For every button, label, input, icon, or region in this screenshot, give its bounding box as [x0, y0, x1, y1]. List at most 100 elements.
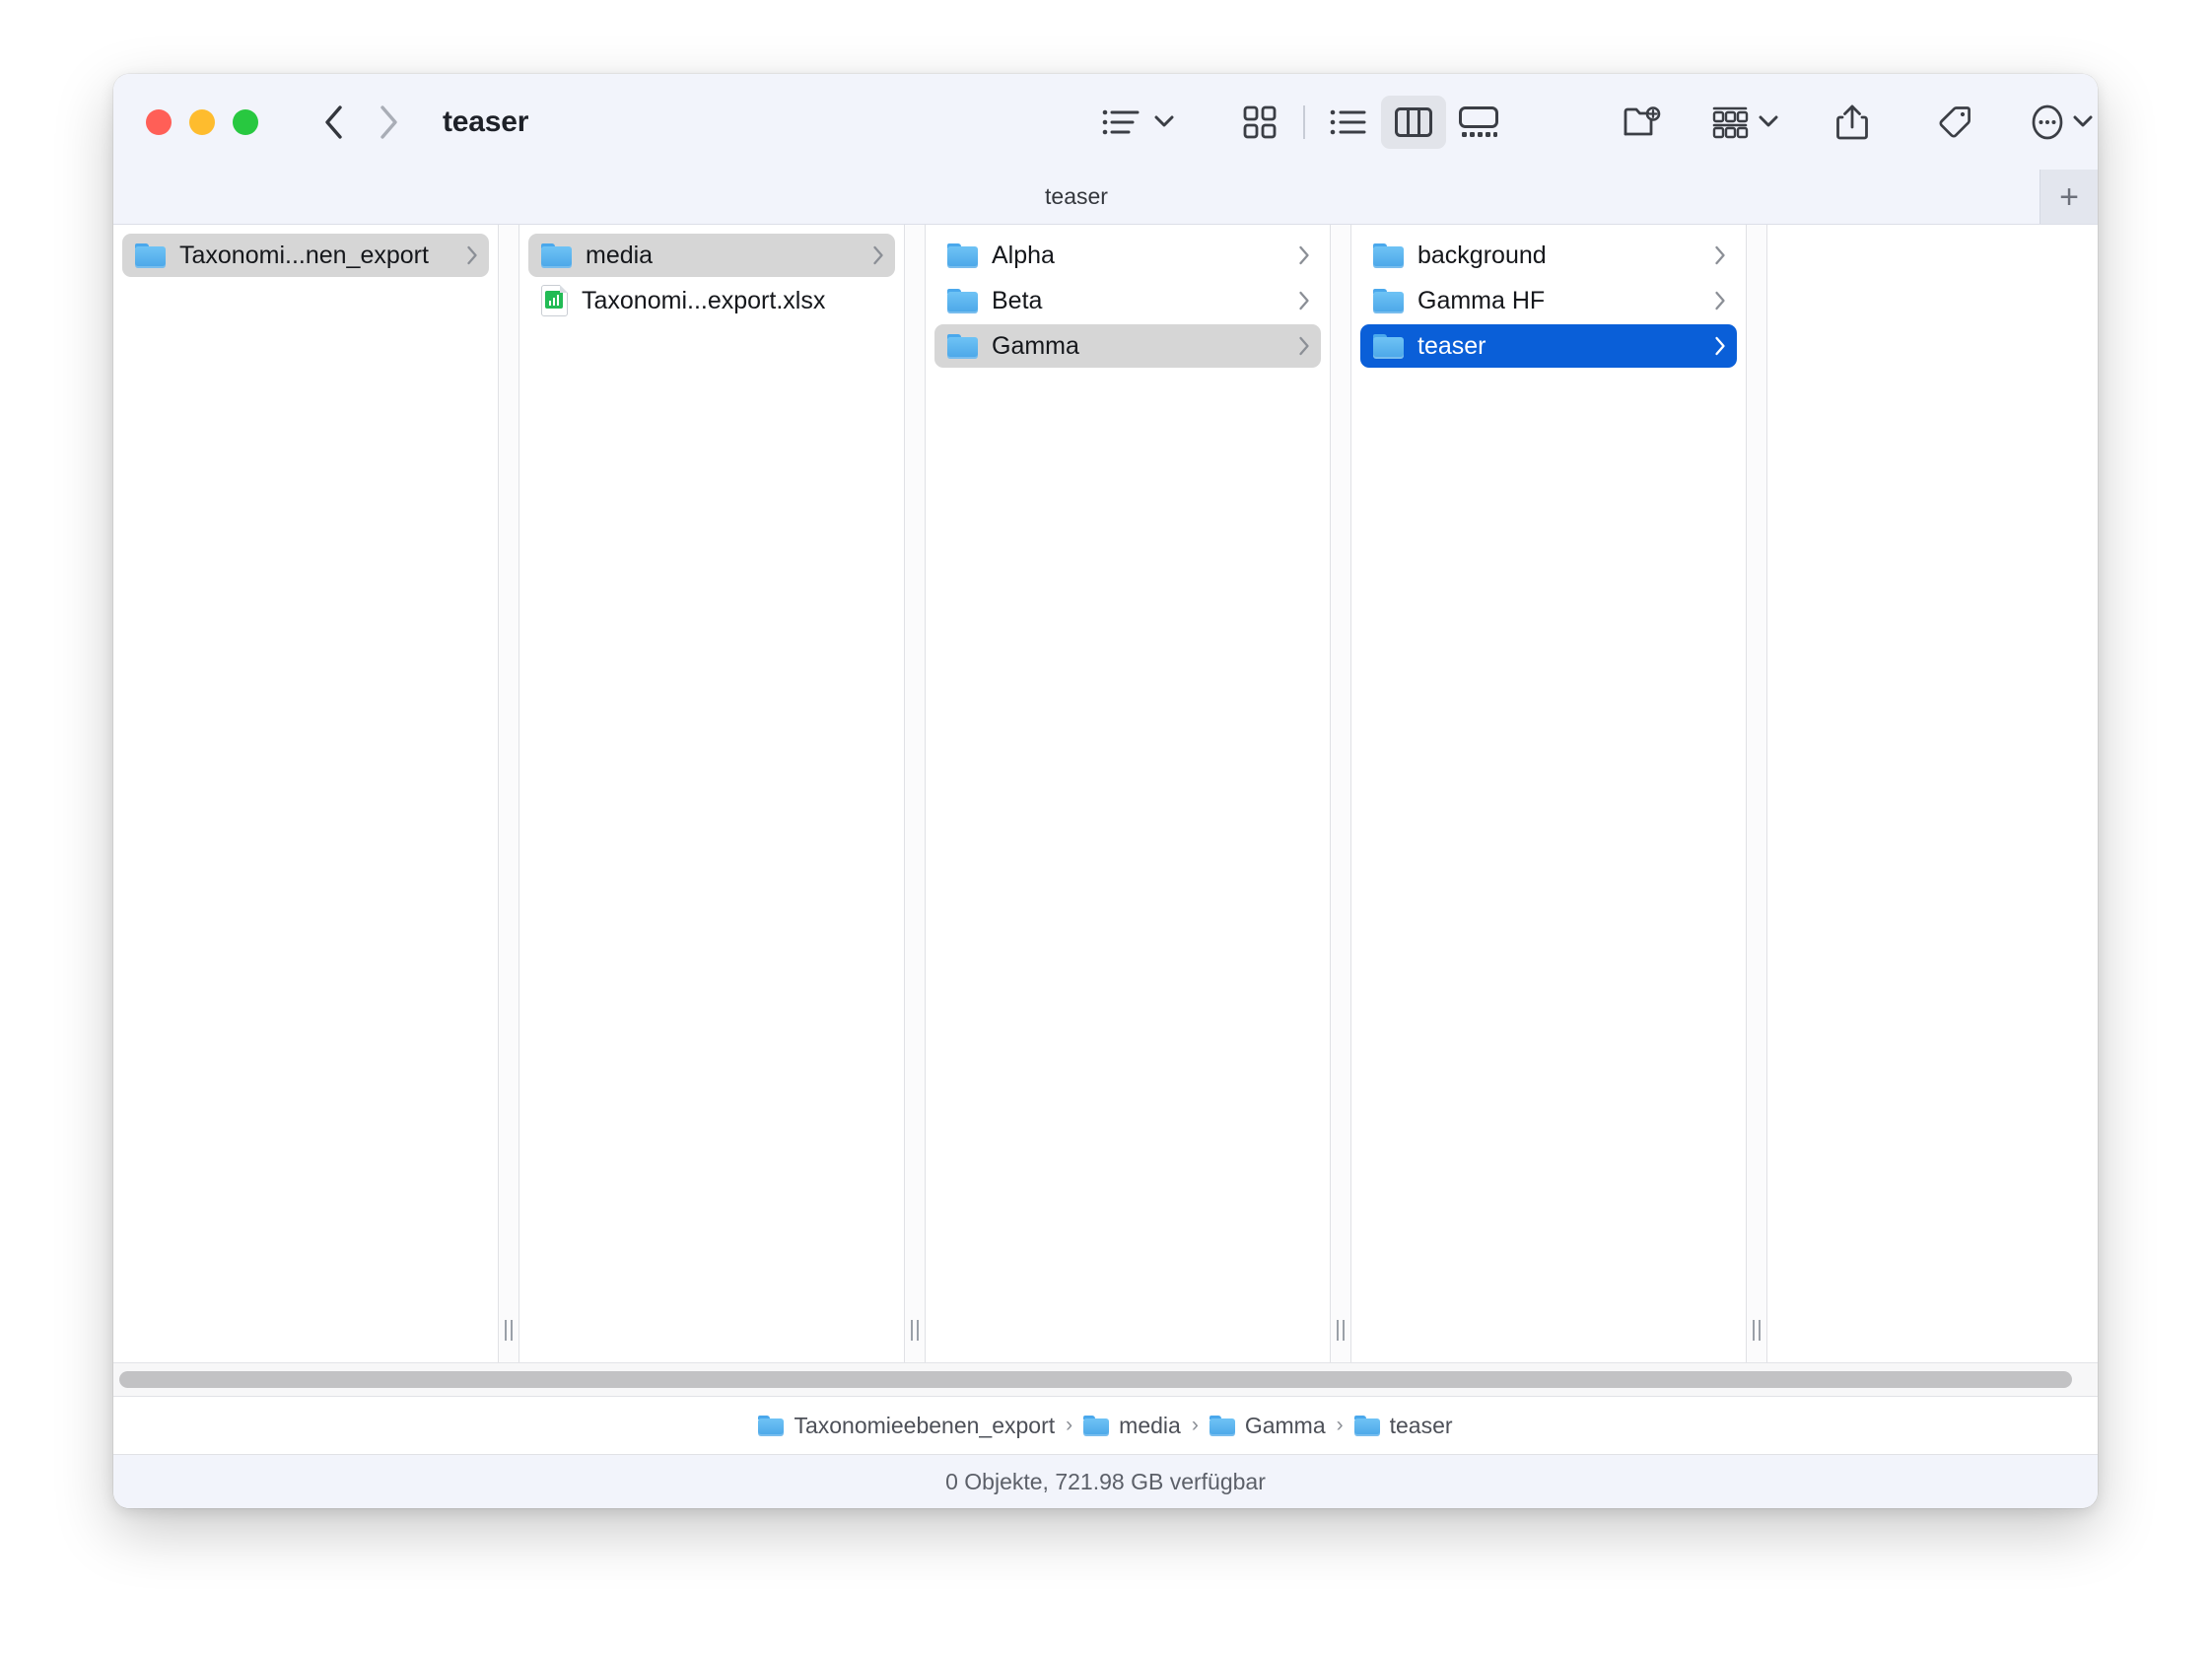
horizontal-scrollbar[interactable]: [113, 1362, 2098, 1396]
zoom-button[interactable]: [233, 108, 258, 135]
chevron-right-icon: [1714, 245, 1726, 265]
chevron-right-icon: [1714, 291, 1726, 311]
list-item[interactable]: background: [1360, 234, 1737, 277]
item-label: Taxonomi...nen_export: [179, 241, 429, 269]
item-label: Gamma HF: [1417, 286, 1546, 314]
breadcrumb-separator: ›: [1191, 1414, 1199, 1436]
more-ellipsis-icon: [2032, 104, 2063, 139]
list-item[interactable]: Taxonomi...export.xlsx: [528, 279, 895, 322]
list-item[interactable]: Beta: [934, 279, 1321, 322]
view-list-button[interactable]: [1316, 96, 1381, 149]
folder-icon: [1373, 288, 1404, 313]
tab-bar: teaser +: [113, 170, 2098, 225]
folder-icon: [758, 1415, 785, 1436]
column-resizer-1[interactable]: [498, 225, 519, 1362]
minimize-button[interactable]: [189, 108, 215, 135]
list-item[interactable]: Alpha: [934, 234, 1321, 277]
traffic-light-group: [146, 108, 258, 135]
column-3: Alpha Beta Gamma: [926, 225, 1330, 1362]
page-title: teaser: [443, 104, 529, 138]
breadcrumb-label: Taxonomieebenen_export: [794, 1412, 1056, 1438]
scrollbar-thumb[interactable]: [119, 1371, 2072, 1388]
breadcrumb-label: Gamma: [1244, 1412, 1326, 1438]
chevron-right-icon: [380, 104, 397, 139]
xlsx-file-icon: [541, 285, 568, 316]
list-item[interactable]: Gamma: [934, 324, 1321, 368]
folder-icon: [1083, 1415, 1110, 1436]
tab-teaser[interactable]: teaser: [113, 170, 2039, 224]
resize-grip: [1747, 1320, 1766, 1341]
view-column-button[interactable]: [1380, 95, 1446, 149]
item-label: teaser: [1417, 331, 1486, 360]
item-label: media: [586, 241, 654, 269]
breadcrumb-label: teaser: [1389, 1412, 1453, 1438]
folder-icon: [947, 288, 978, 313]
folder-icon: [1353, 1415, 1380, 1436]
list-view-icon: [1330, 109, 1365, 134]
toolbar-right-group: [1610, 96, 2098, 149]
column-resizer-4[interactable]: [1746, 225, 1767, 1362]
status-text: 0 Objekte, 721.98 GB verfügbar: [945, 1468, 1266, 1494]
toolbar-center-group: [1094, 95, 1511, 149]
folder-icon: [1373, 242, 1404, 268]
column-browser: Taxonomi...nen_export media Taxonomi...e…: [113, 225, 2098, 1362]
breadcrumb-separator: ›: [1066, 1414, 1073, 1436]
group-icon: [1712, 106, 1749, 138]
new-folder-button[interactable]: [1610, 96, 1675, 149]
chevron-right-icon: [1298, 245, 1310, 265]
close-button[interactable]: [146, 108, 172, 135]
list-item[interactable]: Gamma HF: [1360, 279, 1737, 322]
breadcrumb-item[interactable]: Gamma: [1209, 1412, 1326, 1439]
tag-button[interactable]: [1922, 96, 1987, 149]
view-options-icon: [1102, 109, 1140, 134]
breadcrumb-label: media: [1119, 1412, 1181, 1438]
chevron-right-icon: [466, 245, 478, 265]
group-by-button[interactable]: [1706, 96, 1784, 149]
column-2: media Taxonomi...export.xlsx: [519, 225, 904, 1362]
back-button[interactable]: [312, 102, 354, 143]
share-button[interactable]: [1820, 96, 1885, 149]
chevron-down-icon: [1154, 115, 1174, 128]
new-folder-icon: [1624, 105, 1661, 135]
column-view-icon: [1394, 106, 1432, 137]
resize-grip: [1331, 1320, 1350, 1341]
folder-icon: [947, 242, 978, 268]
folder-icon: [1373, 333, 1404, 359]
chevron-left-icon: [325, 104, 342, 139]
column-resizer-2[interactable]: [904, 225, 926, 1362]
view-gallery-button[interactable]: [1446, 96, 1511, 149]
toolbar: teaser: [113, 74, 2098, 170]
navigation-arrows: [312, 102, 409, 143]
forward-button[interactable]: [368, 102, 409, 143]
new-tab-button[interactable]: +: [2039, 170, 2098, 224]
folder-icon: [1209, 1415, 1235, 1436]
breadcrumb: Taxonomieebenen_export › media › Gamma ›…: [113, 1396, 2098, 1454]
column-1: Taxonomi...nen_export: [113, 225, 498, 1362]
tag-icon: [1939, 105, 1970, 137]
breadcrumb-item[interactable]: media: [1083, 1413, 1181, 1439]
resize-grip: [905, 1320, 925, 1341]
breadcrumb-item[interactable]: teaser: [1353, 1412, 1453, 1439]
chevron-right-icon: [1298, 291, 1310, 311]
gallery-view-icon: [1458, 105, 1498, 137]
resize-grip: [499, 1320, 518, 1341]
column-resizer-3[interactable]: [1330, 225, 1351, 1362]
list-item[interactable]: media: [528, 234, 895, 277]
folder-icon: [541, 242, 572, 268]
grid-view-icon: [1243, 105, 1277, 138]
item-label: Beta: [992, 286, 1043, 314]
list-item[interactable]: Taxonomi...nen_export: [122, 234, 489, 277]
chevron-down-icon: [1759, 115, 1778, 128]
breadcrumb-separator: ›: [1336, 1414, 1344, 1436]
breadcrumb-item[interactable]: Taxonomieebenen_export: [758, 1413, 1055, 1439]
view-icon-button[interactable]: [1227, 96, 1292, 149]
status-bar: 0 Objekte, 721.98 GB verfügbar: [113, 1454, 2098, 1508]
more-button[interactable]: [2025, 96, 2098, 149]
view-options-button[interactable]: [1094, 96, 1180, 149]
folder-icon: [947, 333, 978, 359]
item-label: Gamma: [992, 331, 1079, 360]
chevron-right-icon: [1714, 336, 1726, 356]
toolbar-divider: [1303, 104, 1305, 139]
list-item-selected[interactable]: teaser: [1360, 324, 1737, 368]
plus-icon: +: [2059, 177, 2079, 216]
